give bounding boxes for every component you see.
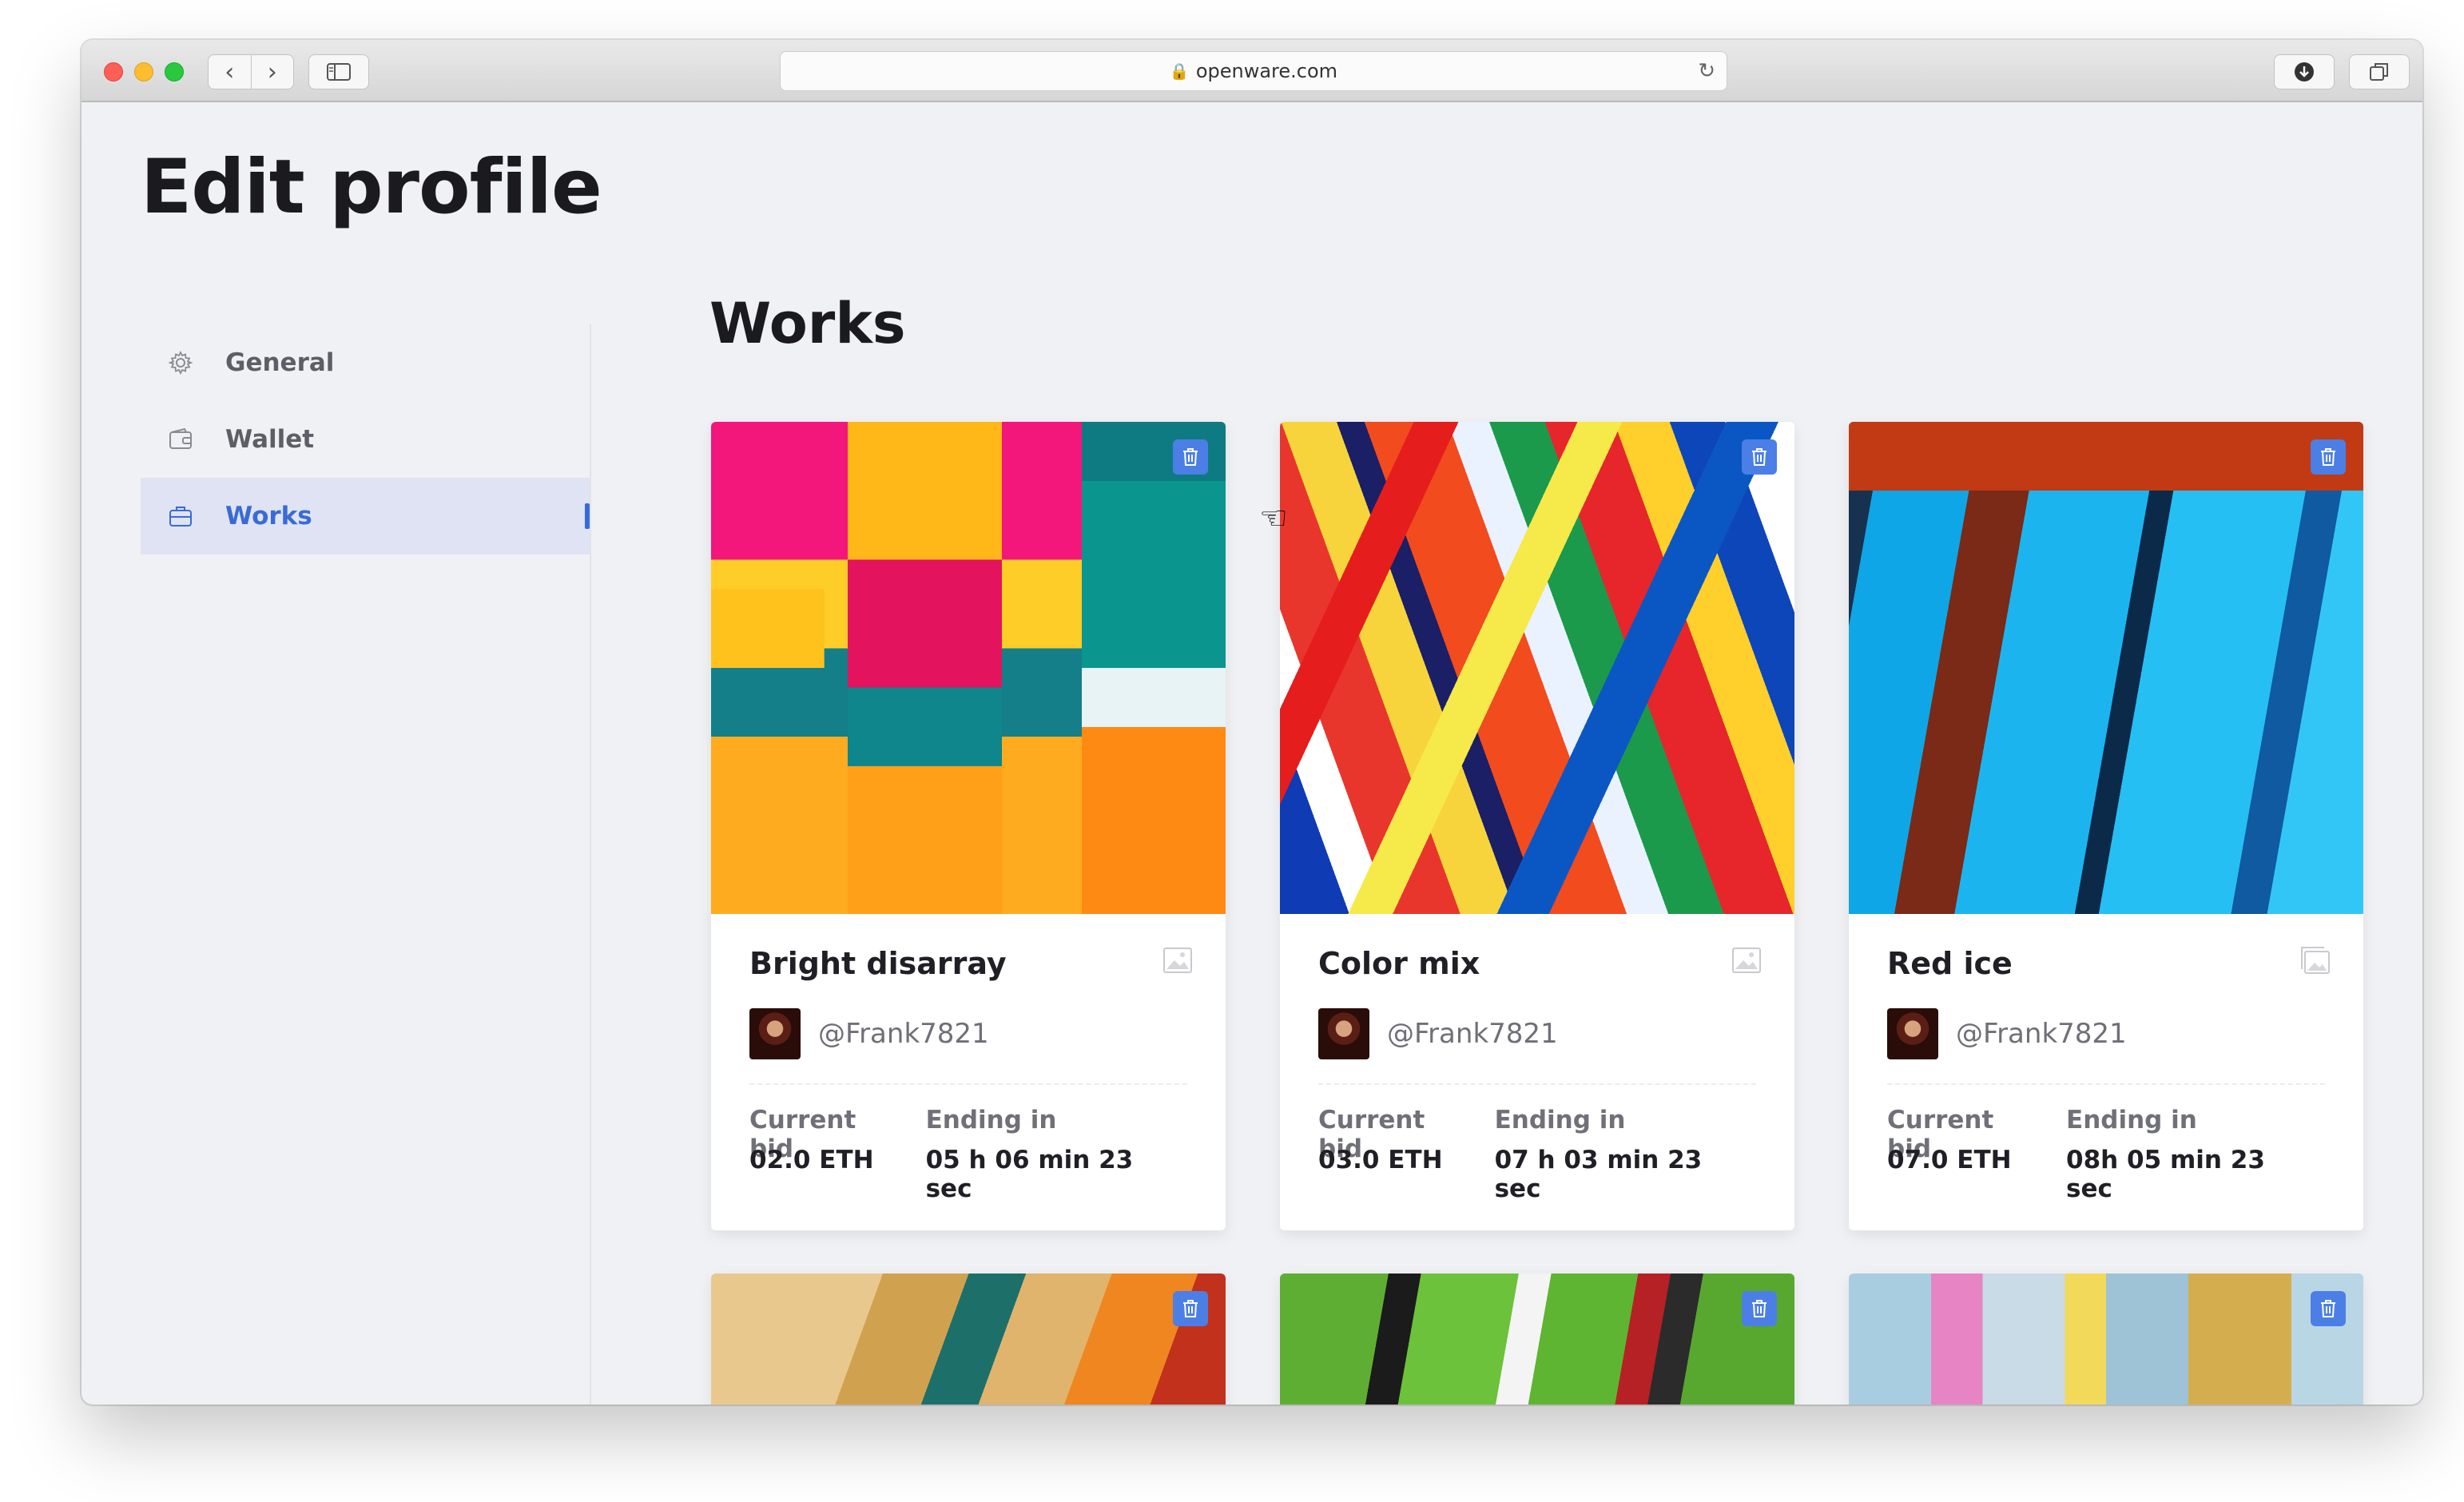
delete-work-button[interactable] xyxy=(2311,1291,2346,1326)
author-handle: @Frank7821 xyxy=(1387,1018,1558,1050)
author-row[interactable]: @Frank7821 xyxy=(1887,1008,2325,1059)
current-bid: Current bid 02.0 ETH xyxy=(749,1106,881,1203)
sidebar-item-label: Works xyxy=(225,502,312,530)
artwork-image xyxy=(1849,1274,2363,1405)
artwork-image xyxy=(711,1274,1226,1405)
close-window-button[interactable] xyxy=(104,62,123,81)
current-bid-label: Current bid xyxy=(749,1106,856,1163)
profile-sidebar: General Wallet Works xyxy=(141,324,590,554)
delete-work-button[interactable] xyxy=(1742,439,1777,475)
sidebar-item-general[interactable]: General xyxy=(141,324,590,401)
browser-toolbar: ‹ › 🔒 openware.com ↻ xyxy=(81,40,2422,102)
gear-icon xyxy=(168,350,193,376)
sidebar-toggle-button[interactable] xyxy=(308,54,369,89)
lock-icon: 🔒 xyxy=(1169,62,1190,81)
work-card[interactable] xyxy=(711,1274,1226,1405)
author-row[interactable]: @Frank7821 xyxy=(749,1008,1187,1059)
tabs-overview-button[interactable] xyxy=(2349,54,2410,89)
browser-window: ‹ › 🔒 openware.com ↻ Edit profile Genera… xyxy=(81,40,2422,1405)
work-card-body: Bright disarray @Frank7821 Current bid 0… xyxy=(711,914,1226,1230)
divider xyxy=(1887,1083,2325,1085)
work-card[interactable] xyxy=(1849,1274,2363,1405)
download-icon xyxy=(2295,62,2314,81)
artwork-image xyxy=(1280,422,1794,914)
sidebar-item-works[interactable]: Works xyxy=(141,478,590,554)
trash-icon xyxy=(1752,1300,1767,1317)
work-card[interactable]: Bright disarray @Frank7821 Current bid 0… xyxy=(711,422,1226,1230)
forward-button[interactable]: › xyxy=(250,55,294,89)
history-nav: ‹ › xyxy=(208,54,294,89)
trash-icon xyxy=(2321,448,2335,466)
artwork-image xyxy=(1280,1274,1794,1405)
section-title: Works xyxy=(709,291,906,356)
work-title: Bright disarray xyxy=(749,946,1007,981)
current-bid-label: Current bid xyxy=(1887,1106,1994,1163)
work-card-body: Red ice @Frank7821 Current bid 07.0 ETH … xyxy=(1849,914,2363,1230)
author-handle: @Frank7821 xyxy=(818,1018,989,1050)
delete-work-button[interactable] xyxy=(1173,1291,1208,1326)
bid-stats: Current bid 03.0 ETH Ending in 07 h 03 m… xyxy=(1318,1106,1756,1203)
current-bid-label: Current bid xyxy=(1318,1106,1425,1163)
ending-in: Ending in 07 h 03 min 23 sec xyxy=(1495,1106,1711,1203)
work-card-body: Color mix @Frank7821 Current bid 03.0 ET… xyxy=(1280,914,1794,1230)
zoom-window-button[interactable] xyxy=(165,62,184,81)
current-bid-value: 07.0 ETH xyxy=(1887,1146,2012,1174)
ending-in-value: 05 h 06 min 23 sec xyxy=(925,1146,1134,1203)
work-title: Red ice xyxy=(1887,946,2013,981)
ending-in-label: Ending in xyxy=(925,1106,1057,1134)
briefcase-icon xyxy=(168,503,193,529)
minimize-window-button[interactable] xyxy=(134,62,153,81)
artwork-image xyxy=(1849,422,2363,914)
trash-icon xyxy=(1752,448,1767,466)
avatar xyxy=(1887,1008,1938,1059)
author-row[interactable]: @Frank7821 xyxy=(1318,1008,1756,1059)
current-bid-value: 03.0 ETH xyxy=(1318,1146,1443,1174)
trash-icon xyxy=(1183,1300,1198,1317)
bid-stats: Current bid 07.0 ETH Ending in 08h 05 mi… xyxy=(1887,1106,2325,1203)
delete-work-button[interactable] xyxy=(2311,439,2346,475)
work-title: Color mix xyxy=(1318,946,1480,981)
work-card[interactable]: Red ice @Frank7821 Current bid 07.0 ETH … xyxy=(1849,422,2363,1230)
image-icon xyxy=(1163,948,1192,973)
work-card[interactable] xyxy=(1280,1274,1794,1405)
current-bid: Current bid 03.0 ETH xyxy=(1318,1106,1450,1203)
ending-in: Ending in 08h 05 min 23 sec xyxy=(2066,1106,2280,1203)
pointer-cursor-icon: ☜ xyxy=(1259,500,1288,537)
reload-icon[interactable]: ↻ xyxy=(1698,59,1715,83)
sidebar-toggle-icon xyxy=(327,63,351,81)
address-url: openware.com xyxy=(1195,60,1338,82)
artwork-image xyxy=(711,422,1226,914)
ending-in-value: 07 h 03 min 23 sec xyxy=(1494,1146,1703,1203)
bid-stats: Current bid 02.0 ETH Ending in 05 h 06 m… xyxy=(749,1106,1187,1203)
current-bid: Current bid 07.0 ETH xyxy=(1887,1106,2021,1203)
downloads-button[interactable] xyxy=(2274,54,2335,89)
sidebar-item-label: General xyxy=(225,348,335,377)
tabs-icon xyxy=(2370,63,2388,81)
trash-icon xyxy=(1183,448,1198,466)
ending-in-label: Ending in xyxy=(1494,1106,1626,1134)
ending-in-label: Ending in xyxy=(2066,1106,2197,1134)
ending-in-value: 08h 05 min 23 sec xyxy=(2066,1146,2265,1203)
avatar xyxy=(749,1008,801,1059)
divider xyxy=(1318,1083,1756,1085)
back-button[interactable]: ‹ xyxy=(209,55,251,89)
sidebar-divider xyxy=(590,324,591,1405)
image-icon xyxy=(1732,948,1761,973)
delete-work-button[interactable] xyxy=(1742,1291,1777,1326)
ending-in: Ending in 05 h 06 min 23 sec xyxy=(926,1106,1143,1203)
sidebar-item-wallet[interactable]: Wallet xyxy=(141,401,590,478)
current-bid-value: 02.0 ETH xyxy=(749,1146,874,1174)
divider xyxy=(749,1083,1187,1085)
address-bar[interactable]: 🔒 openware.com ↻ xyxy=(780,51,1727,91)
trash-icon xyxy=(2321,1300,2335,1317)
sidebar-item-label: Wallet xyxy=(225,425,315,454)
work-card[interactable]: Color mix @Frank7821 Current bid 03.0 ET… xyxy=(1280,422,1794,1230)
images-icon xyxy=(2301,947,2330,974)
page-title: Edit profile xyxy=(141,144,602,231)
author-handle: @Frank7821 xyxy=(1956,1018,2127,1050)
delete-work-button[interactable] xyxy=(1173,439,1208,475)
wallet-icon xyxy=(168,427,193,452)
avatar xyxy=(1318,1008,1369,1059)
